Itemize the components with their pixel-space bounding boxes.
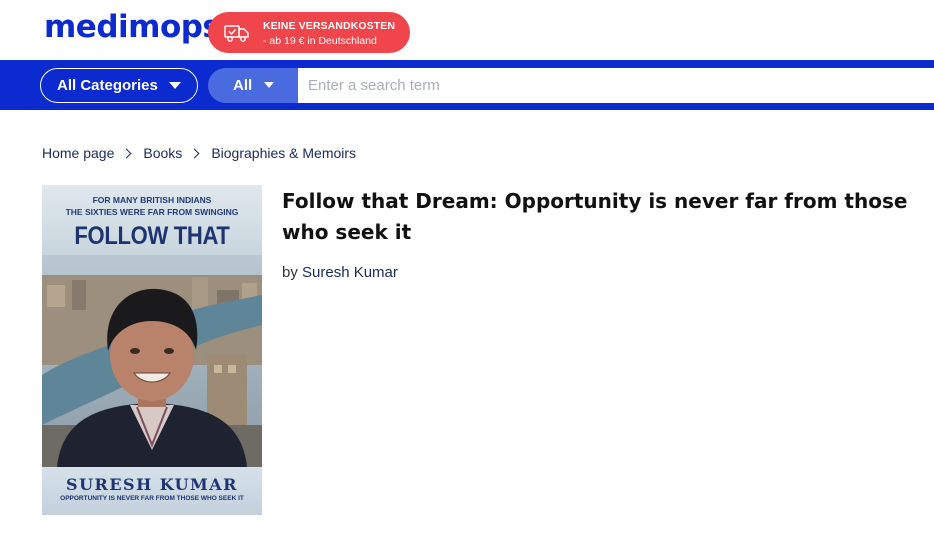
all-categories-dropdown[interactable]: All Categories xyxy=(40,68,198,103)
breadcrumb: Home page Books Biographies & Memoirs xyxy=(42,145,356,161)
medimops-logo[interactable]: medimops xyxy=(44,7,221,47)
chevron-down-icon xyxy=(264,82,274,88)
search-group: All xyxy=(208,68,934,103)
breadcrumb-home[interactable]: Home page xyxy=(42,145,114,161)
promo-subline: - ab 19 € in Deutschland xyxy=(263,35,377,47)
book-cover-image[interactable]: FOR MANY BRITISH INDIANS THE SIXTIES WER… xyxy=(42,185,262,515)
top-header: medimops KEINE VERSANDKOSTEN - ab 19 € i… xyxy=(0,0,934,60)
chevron-down-icon xyxy=(169,82,181,89)
cover-author: SURESH KUMAR xyxy=(66,475,238,494)
search-bar: All Categories All xyxy=(0,60,934,110)
free-shipping-badge[interactable]: KEINE VERSANDKOSTEN - ab 19 € in Deutsch… xyxy=(208,12,410,53)
all-categories-label: All Categories xyxy=(57,77,158,94)
cover-tagline-2: THE SIXTIES WERE FAR FROM SWINGING xyxy=(65,207,239,217)
chevron-right-icon xyxy=(121,148,132,158)
cover-subtitle: OPPORTUNITY IS NEVER FAR FROM THOSE WHO … xyxy=(60,495,244,502)
promo-headline: KEINE VERSANDKOSTEN xyxy=(263,20,396,32)
search-input[interactable] xyxy=(298,68,934,103)
truck-icon xyxy=(224,25,249,42)
author-link[interactable]: Suresh Kumar xyxy=(302,264,398,281)
cover-portrait-illustration xyxy=(42,255,262,467)
cover-tagline-1: FOR MANY BRITISH INDIANS xyxy=(92,195,212,205)
breadcrumb-books[interactable]: Books xyxy=(143,145,182,161)
chevron-right-icon xyxy=(189,148,200,158)
breadcrumb-biographies[interactable]: Biographies & Memoirs xyxy=(211,145,356,161)
byline-prefix: by xyxy=(282,264,298,281)
product-byline: by Suresh Kumar xyxy=(282,264,398,281)
search-scope-label: All xyxy=(233,77,253,94)
product-title: Follow that Dream: Opportunity is never … xyxy=(282,189,908,244)
search-scope-dropdown[interactable]: All xyxy=(208,68,300,103)
